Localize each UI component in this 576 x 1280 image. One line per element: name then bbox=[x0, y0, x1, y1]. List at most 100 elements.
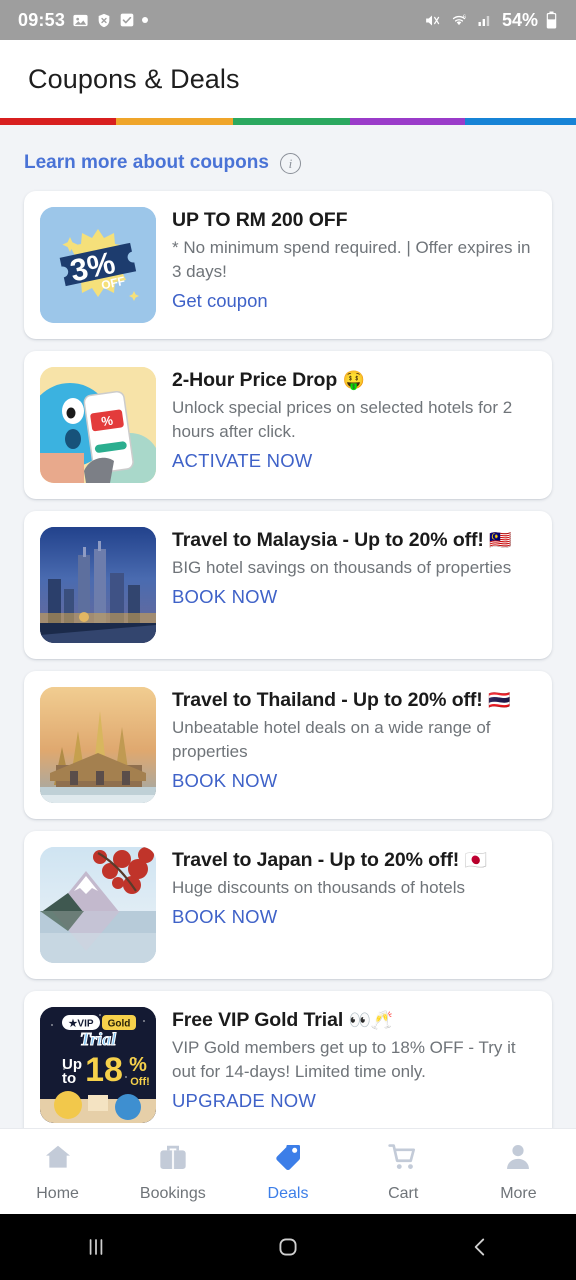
deal-cta-link[interactable]: Get coupon bbox=[172, 289, 268, 314]
nav-label: More bbox=[500, 1184, 537, 1202]
deal-card[interactable]: Travel to Japan - Up to 20% off! 🇯🇵 Huge … bbox=[24, 831, 552, 979]
stripe-segment-2 bbox=[233, 118, 350, 125]
status-clock: 09:53 bbox=[18, 9, 66, 30]
deal-card-text: UP TO RM 200 OFF * No minimum spend requi… bbox=[172, 207, 536, 323]
deal-title-text: 2-Hour Price Drop bbox=[172, 369, 338, 391]
android-navigation-bar bbox=[0, 1214, 576, 1280]
deal-title: Travel to Japan - Up to 20% off! 🇯🇵 bbox=[172, 848, 536, 873]
stripe-segment-3 bbox=[350, 118, 465, 125]
stripe-segment-0 bbox=[0, 118, 116, 125]
stripe-segment-1 bbox=[116, 118, 233, 125]
japan-mount-fuji-thumbnail bbox=[40, 847, 156, 963]
price-drop-illustration-thumbnail: % bbox=[40, 367, 156, 483]
deal-cta-link[interactable]: ACTIVATE NOW bbox=[172, 449, 312, 474]
checkbox-icon bbox=[119, 12, 135, 28]
deal-title-emoji: 🤑 bbox=[342, 370, 365, 390]
deal-description: VIP Gold members get up to 18% OFF - Try… bbox=[172, 1037, 516, 1082]
shield-x-icon bbox=[96, 12, 112, 29]
deal-title-emoji: 👀🥂 bbox=[348, 1010, 394, 1030]
deal-title: UP TO RM 200 OFF bbox=[172, 208, 536, 233]
deal-card-list: 3% OFF UP TO RM 200 OFF * No minimum spen… bbox=[0, 191, 576, 1128]
person-icon bbox=[502, 1141, 534, 1178]
thailand-temple-thumbnail bbox=[40, 687, 156, 803]
deals-scroll-area[interactable]: Learn more about coupons i 3% OFF UP TO … bbox=[0, 125, 576, 1128]
deal-cta-link[interactable]: BOOK NOW bbox=[172, 769, 277, 794]
deal-card-text: Free VIP Gold Trial 👀🥂 VIP Gold members g… bbox=[172, 1007, 536, 1123]
dot-icon bbox=[142, 17, 149, 23]
deal-card[interactable]: Travel to Thailand - Up to 20% off! 🇹🇭 Un… bbox=[24, 671, 552, 819]
cart-icon bbox=[387, 1141, 419, 1178]
image-icon bbox=[72, 12, 89, 29]
status-bar-right: 6 54% bbox=[423, 10, 558, 31]
briefcase-icon bbox=[157, 1141, 189, 1178]
battery-percent-label: 54% bbox=[501, 9, 538, 30]
learn-more-label: Learn more about coupons bbox=[24, 152, 269, 173]
deal-card[interactable]: 3% OFF UP TO RM 200 OFF * No minimum spen… bbox=[24, 191, 552, 339]
nav-item-home[interactable]: Home bbox=[0, 1141, 115, 1203]
deal-cta-link[interactable]: BOOK NOW bbox=[172, 905, 277, 930]
bottom-navigation-bar: Home Bookings Deals Cart More bbox=[0, 1128, 576, 1214]
nav-label: Home bbox=[36, 1184, 79, 1202]
deal-title: 2-Hour Price Drop 🤑 bbox=[172, 368, 536, 393]
stripe-segment-4 bbox=[465, 118, 576, 125]
nav-label: Bookings bbox=[139, 1184, 206, 1202]
deal-cta-link[interactable]: BOOK NOW bbox=[172, 585, 277, 610]
deal-description: * No minimum spend required. | Offer exp… bbox=[172, 237, 531, 282]
nav-item-deals[interactable]: Deals bbox=[230, 1141, 345, 1203]
svg-text:Off!: Off! bbox=[130, 1076, 150, 1088]
mute-icon bbox=[423, 12, 442, 29]
deal-card[interactable]: % 2-Hour Price Drop 🤑 Unlock special pric… bbox=[24, 351, 552, 499]
nav-label: Deals bbox=[267, 1184, 309, 1202]
vip-gold-trial-thumbnail: ★VIP Gold Trial Up to 18 % Off! bbox=[40, 1007, 156, 1123]
svg-text:6: 6 bbox=[463, 14, 466, 20]
deal-card-text: Travel to Thailand - Up to 20% off! 🇹🇭 Un… bbox=[172, 687, 536, 803]
svg-text:18: 18 bbox=[85, 1051, 123, 1089]
deal-card-text: Travel to Malaysia - Up to 20% off! 🇲🇾 BI… bbox=[172, 527, 536, 643]
deal-description: BIG hotel savings on thousands of proper… bbox=[172, 557, 512, 577]
signal-icon bbox=[476, 12, 493, 28]
deal-description: Unlock special prices on selected hotels… bbox=[172, 397, 513, 442]
phone-screen: 09:53 6 54% Coupons & Deals Learn more a… bbox=[0, 0, 576, 1280]
deal-title-text: UP TO RM 200 OFF bbox=[172, 209, 348, 231]
deal-title-text: Travel to Malaysia - Up to 20% off! bbox=[172, 529, 484, 551]
home-icon bbox=[42, 1141, 74, 1178]
page-title: Coupons & Deals bbox=[28, 63, 240, 94]
nav-item-bookings[interactable]: Bookings bbox=[115, 1141, 230, 1203]
deal-title-emoji: 🇲🇾 bbox=[489, 530, 512, 550]
tag-icon bbox=[272, 1141, 304, 1178]
nav-item-cart[interactable]: Cart bbox=[346, 1141, 461, 1203]
svg-text:Trial: Trial bbox=[80, 1029, 116, 1049]
svg-text:★VIP: ★VIP bbox=[68, 1019, 93, 1030]
status-bar-left: 09:53 bbox=[18, 9, 149, 31]
deal-title: Travel to Malaysia - Up to 20% off! 🇲🇾 bbox=[172, 528, 536, 553]
coupon-3-percent-thumbnail: 3% OFF bbox=[40, 207, 156, 323]
deal-card-text: Travel to Japan - Up to 20% off! 🇯🇵 Huge … bbox=[172, 847, 536, 963]
deal-cta-link[interactable]: UPGRADE NOW bbox=[172, 1089, 316, 1114]
info-icon[interactable]: i bbox=[279, 152, 301, 174]
deal-card[interactable]: Travel to Malaysia - Up to 20% off! 🇲🇾 BI… bbox=[24, 511, 552, 659]
deal-description: Huge discounts on thousands of hotels bbox=[172, 877, 465, 897]
svg-text:Gold: Gold bbox=[108, 1019, 131, 1030]
home-circle-icon[interactable] bbox=[192, 1234, 384, 1260]
deal-title-text: Travel to Japan - Up to 20% off! bbox=[172, 849, 460, 871]
deal-title: Travel to Thailand - Up to 20% off! 🇹🇭 bbox=[172, 688, 536, 713]
battery-icon bbox=[545, 11, 558, 29]
status-bar: 09:53 6 54% bbox=[0, 0, 576, 40]
malaysia-skyline-thumbnail bbox=[40, 527, 156, 643]
learn-more-about-coupons-link[interactable]: Learn more about coupons i bbox=[0, 125, 576, 191]
brand-color-stripe bbox=[0, 118, 576, 125]
wifi-6-icon: 6 bbox=[449, 12, 469, 29]
back-chevron-icon[interactable] bbox=[384, 1234, 576, 1260]
deal-card[interactable]: ★VIP Gold Trial Up to 18 % Off! Free VIP… bbox=[24, 991, 552, 1128]
deal-title-text: Free VIP Gold Trial bbox=[172, 1009, 344, 1031]
nav-label: Cart bbox=[388, 1184, 419, 1202]
app-bar: Coupons & Deals bbox=[0, 40, 576, 118]
deal-description: Unbeatable hotel deals on a wide range o… bbox=[172, 717, 491, 762]
deal-title-text: Travel to Thailand - Up to 20% off! bbox=[172, 689, 483, 711]
deal-title: Free VIP Gold Trial 👀🥂 bbox=[172, 1008, 536, 1033]
recents-icon[interactable] bbox=[0, 1234, 192, 1260]
nav-item-more[interactable]: More bbox=[461, 1141, 576, 1203]
svg-text:%: % bbox=[129, 1054, 147, 1076]
deal-title-emoji: 🇹🇭 bbox=[488, 690, 511, 710]
deal-card-text: 2-Hour Price Drop 🤑 Unlock special prices… bbox=[172, 367, 536, 483]
